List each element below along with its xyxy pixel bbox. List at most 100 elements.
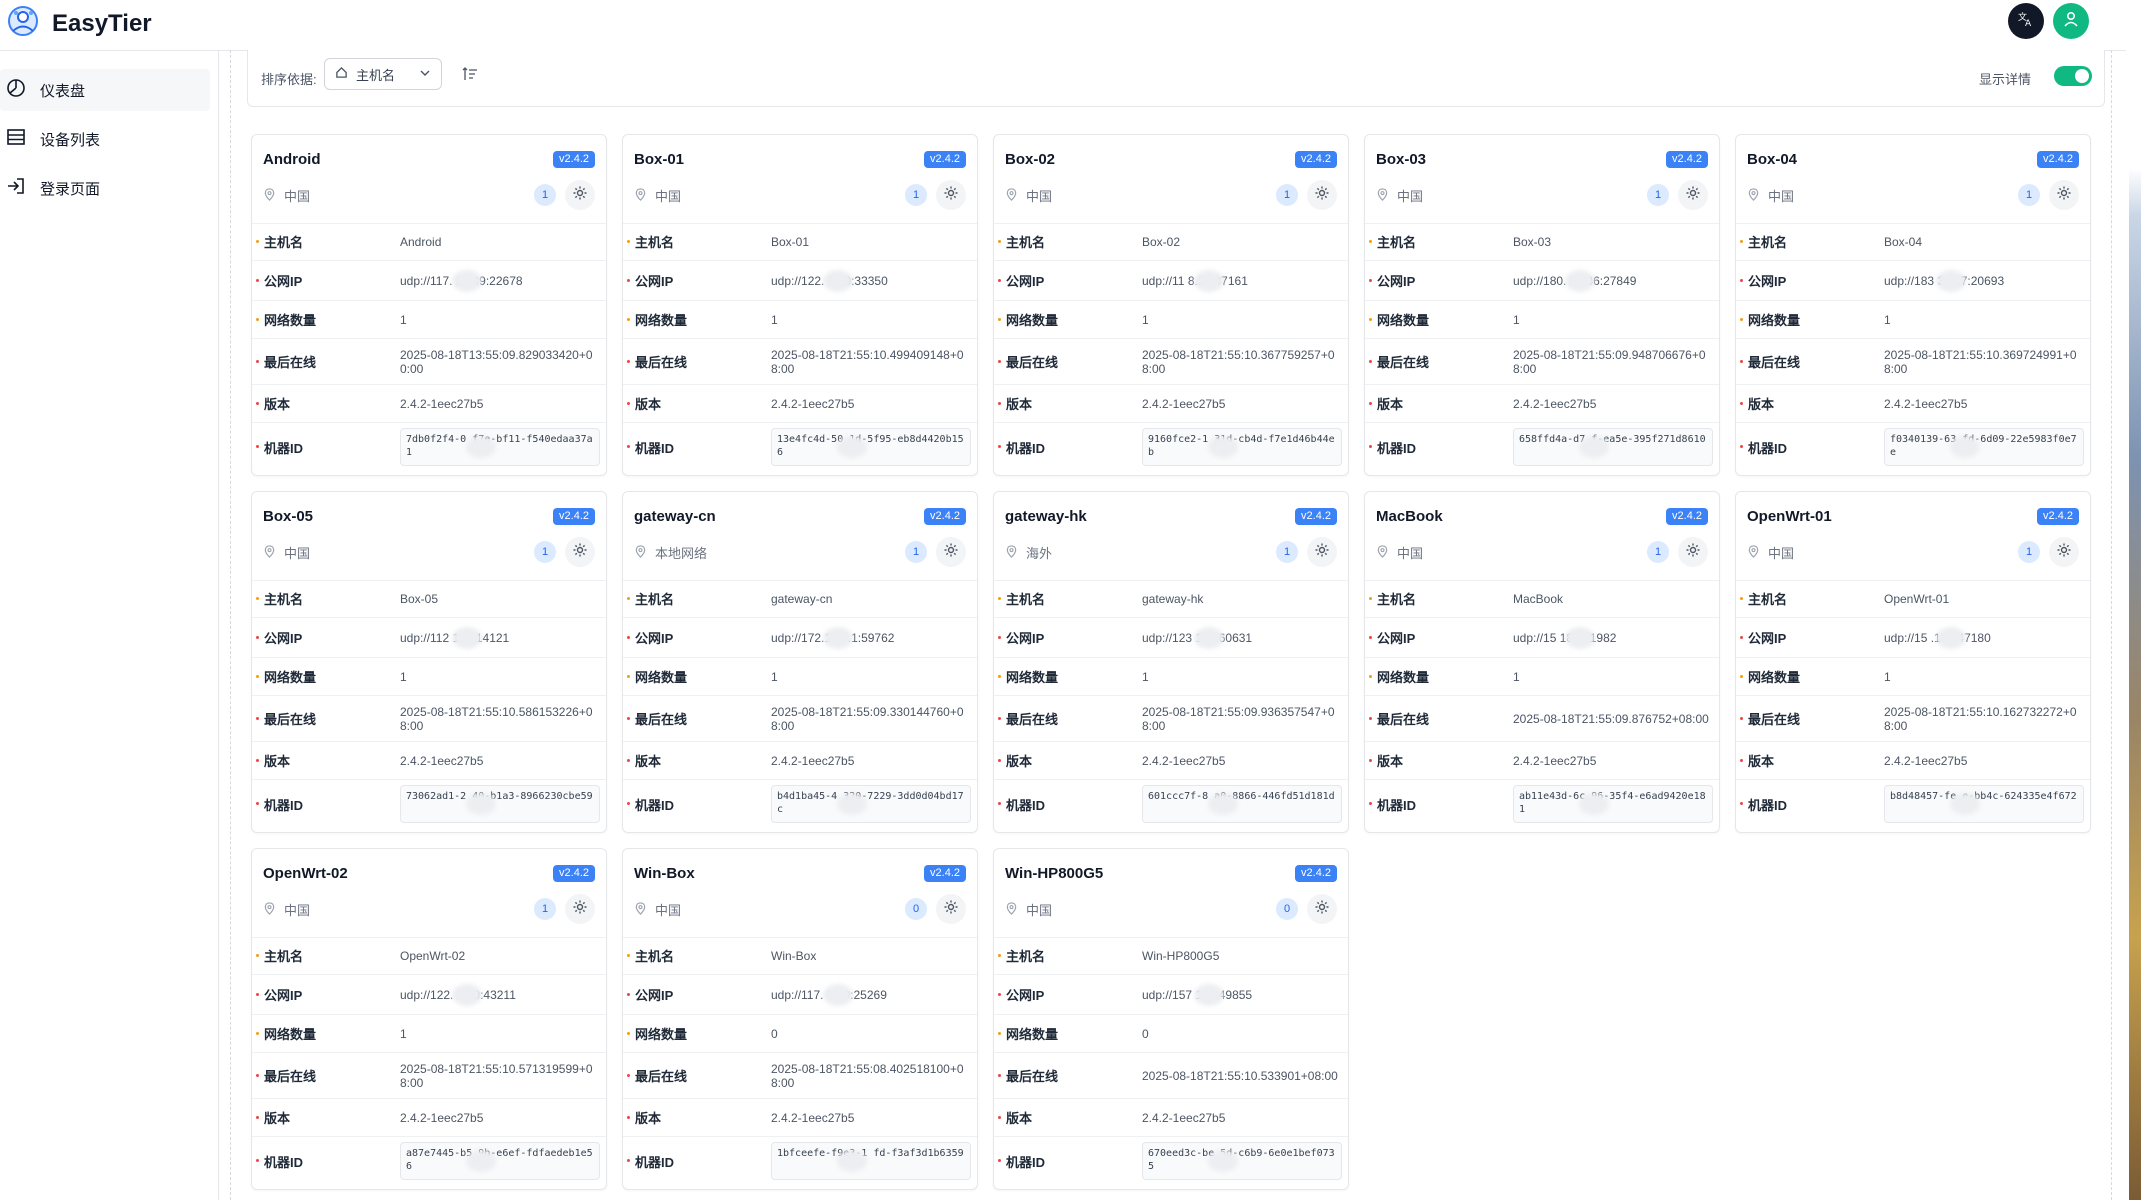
device-card[interactable]: Box-05 v2.4.2 中国 1 主机名 Box-05 公网IP udp://112 10…	[251, 491, 607, 833]
sidebar-item-login[interactable]: 登录页面	[0, 167, 210, 209]
row-bullet	[256, 239, 259, 243]
device-field-row: 主机名 MacBook	[1365, 580, 1719, 618]
device-card[interactable]: gateway-cn v2.4.2 本地网络 1 主机名 gateway-cn 公网IP ud…	[622, 491, 978, 833]
network-count-badge: 1	[534, 184, 556, 206]
field-value: 1	[1884, 312, 1891, 327]
device-settings-button[interactable]	[1678, 180, 1708, 210]
row-bullet	[627, 278, 630, 282]
location-pin-icon	[1376, 187, 1389, 204]
device-card[interactable]: Box-03 v2.4.2 中国 1 主机名 Box-03 公网IP udp://180. 3…	[1364, 134, 1720, 476]
row-bullet	[256, 802, 259, 805]
device-field-row: 主机名 Box-01	[623, 223, 977, 261]
device-card[interactable]: Box-02 v2.4.2 中国 1 主机名 Box-02 公网IP udp://11 8.2…	[993, 134, 1349, 476]
device-field-row: 公网IP udp://172.19.0.1:59762	[623, 618, 977, 658]
show-details-toggle[interactable]	[2054, 66, 2092, 86]
device-field-row: 公网IP udp://11 8.27:37161	[994, 261, 1348, 301]
field-value: 1	[1884, 669, 1891, 684]
sidebar: 仪表盘 设备列表 登录页面	[0, 51, 219, 1200]
sort-toolbar: 排序依据: 主机名 显示详情	[247, 50, 2105, 107]
redaction-blur	[1950, 436, 1980, 458]
location-pin-icon	[263, 901, 276, 918]
device-field-row: 网络数量 1	[252, 1015, 606, 1053]
device-settings-button[interactable]	[2049, 537, 2079, 567]
field-label: 版本	[1748, 754, 1775, 769]
device-settings-button[interactable]	[565, 180, 595, 210]
machine-id-value: 13e4fc4d-50 1d-5f95-eb8d4420b156	[771, 428, 971, 466]
field-label: 最后在线	[264, 355, 317, 370]
field-value: Box-02	[1142, 234, 1181, 249]
field-value: 2025-08-18T21:55:10.162732272+08:00	[1884, 704, 2077, 733]
redaction-blur	[1208, 436, 1238, 458]
field-value: OpenWrt-01	[1884, 591, 1950, 606]
field-label: 机器ID	[1748, 440, 1788, 456]
device-card[interactable]: gateway-hk v2.4.2 海外 1 主机名 gateway-hk 公网IP udp:…	[993, 491, 1349, 833]
version-badge: v2.4.2	[1295, 865, 1337, 882]
field-label: 最后在线	[1006, 355, 1059, 370]
field-label: 公网IP	[1377, 631, 1416, 646]
device-field-row: 最后在线 2025-08-18T21:55:10.533901+08:00	[994, 1053, 1348, 1099]
device-card[interactable]: OpenWrt-01 v2.4.2 中国 1 主机名 OpenWrt-01 公网IP udp:…	[1735, 491, 2091, 833]
device-settings-button[interactable]	[565, 537, 595, 567]
device-settings-button[interactable]	[936, 537, 966, 567]
sort-select[interactable]: 主机名	[324, 58, 442, 90]
device-card[interactable]: MacBook v2.4.2 中国 1 主机名 MacBook 公网IP udp://15 1…	[1364, 491, 1720, 833]
device-card-header: Box-01 v2.4.2 中国 1	[623, 135, 977, 224]
field-label: 机器ID	[1006, 1154, 1046, 1170]
device-card-header: Box-03 v2.4.2 中国 1	[1365, 135, 1719, 224]
field-value: Win-Box	[771, 948, 817, 963]
row-bullet	[256, 1031, 259, 1035]
device-card[interactable]: Win-HP800G5 v2.4.2 中国 0 主机名 Win-HP800G5 公网IP ud…	[993, 848, 1349, 1190]
field-label: 最后在线	[635, 1069, 688, 1084]
language-button[interactable]: 文A	[2008, 3, 2044, 39]
row-bullet	[256, 1159, 259, 1162]
device-card-header: Box-04 v2.4.2 中国 1	[1736, 135, 2090, 224]
field-label: 公网IP	[635, 274, 674, 289]
device-card[interactable]: Box-04 v2.4.2 中国 1 主机名 Box-04 公网IP udp://183 39…	[1735, 134, 2091, 476]
field-label: 版本	[264, 1111, 291, 1126]
device-card[interactable]: Box-01 v2.4.2 中国 1 主机名 Box-01 公网IP udp://122. 3…	[622, 134, 978, 476]
field-label: 主机名	[635, 235, 675, 250]
field-value: Box-04	[1884, 234, 1923, 249]
field-value: 0	[1142, 1026, 1149, 1041]
field-label: 网络数量	[1377, 670, 1430, 685]
device-field-row: 版本 2.4.2-1eec27b5	[252, 1099, 606, 1137]
device-settings-button[interactable]	[936, 894, 966, 924]
field-label: 主机名	[1006, 592, 1046, 607]
device-settings-button[interactable]	[1307, 537, 1337, 567]
redaction-blur	[452, 627, 482, 649]
device-settings-button[interactable]	[1307, 894, 1337, 924]
sidebar-item-dashboard[interactable]: 仪表盘	[0, 69, 210, 111]
field-value: udp://157 184:49855	[1142, 987, 1252, 1002]
row-bullet	[998, 992, 1001, 996]
device-settings-button[interactable]	[936, 180, 966, 210]
redaction-blur	[1565, 270, 1595, 292]
translate-icon: 文A	[2017, 10, 2035, 33]
device-card[interactable]: Win-Box v2.4.2 中国 0 主机名 Win-Box 公网IP udp://117.…	[622, 848, 978, 1190]
device-name: Win-Box	[634, 865, 695, 882]
row-bullet	[998, 1073, 1001, 1077]
device-field-row: 网络数量 1	[252, 658, 606, 696]
device-location: 中国	[1005, 900, 1052, 919]
device-settings-button[interactable]	[565, 894, 595, 924]
device-field-row: 最后在线 2025-08-18T21:55:10.499409148+08:00	[623, 339, 977, 385]
field-value: 2025-08-18T21:55:09.876752+08:00	[1513, 711, 1709, 726]
row-bullet	[1369, 278, 1372, 282]
device-settings-button[interactable]	[1678, 537, 1708, 567]
field-value: 2.4.2-1eec27b5	[1884, 753, 1968, 768]
sort-direction-button[interactable]	[462, 66, 478, 87]
device-card[interactable]: Android v2.4.2 中国 1 主机名 Android 公网IP udp://117.…	[251, 134, 607, 476]
device-field-row: 版本 2.4.2-1eec27b5	[623, 1099, 977, 1137]
sidebar-item-devices[interactable]: 设备列表	[0, 118, 210, 160]
device-settings-button[interactable]	[2049, 180, 2079, 210]
row-bullet	[627, 596, 630, 600]
device-settings-button[interactable]	[1307, 180, 1337, 210]
device-field-row: 网络数量 1	[623, 301, 977, 339]
device-field-row: 公网IP udp://157 184:49855	[994, 975, 1348, 1015]
device-card[interactable]: OpenWrt-02 v2.4.2 中国 1 主机名 OpenWrt-02 公网IP udp:…	[251, 848, 607, 1190]
field-value: Android	[400, 234, 442, 249]
user-button[interactable]	[2053, 3, 2089, 39]
redaction-blur	[837, 436, 867, 458]
row-bullet	[998, 716, 1001, 720]
network-count-badge: 1	[905, 184, 927, 206]
brand[interactable]: EasyTier	[6, 4, 152, 43]
